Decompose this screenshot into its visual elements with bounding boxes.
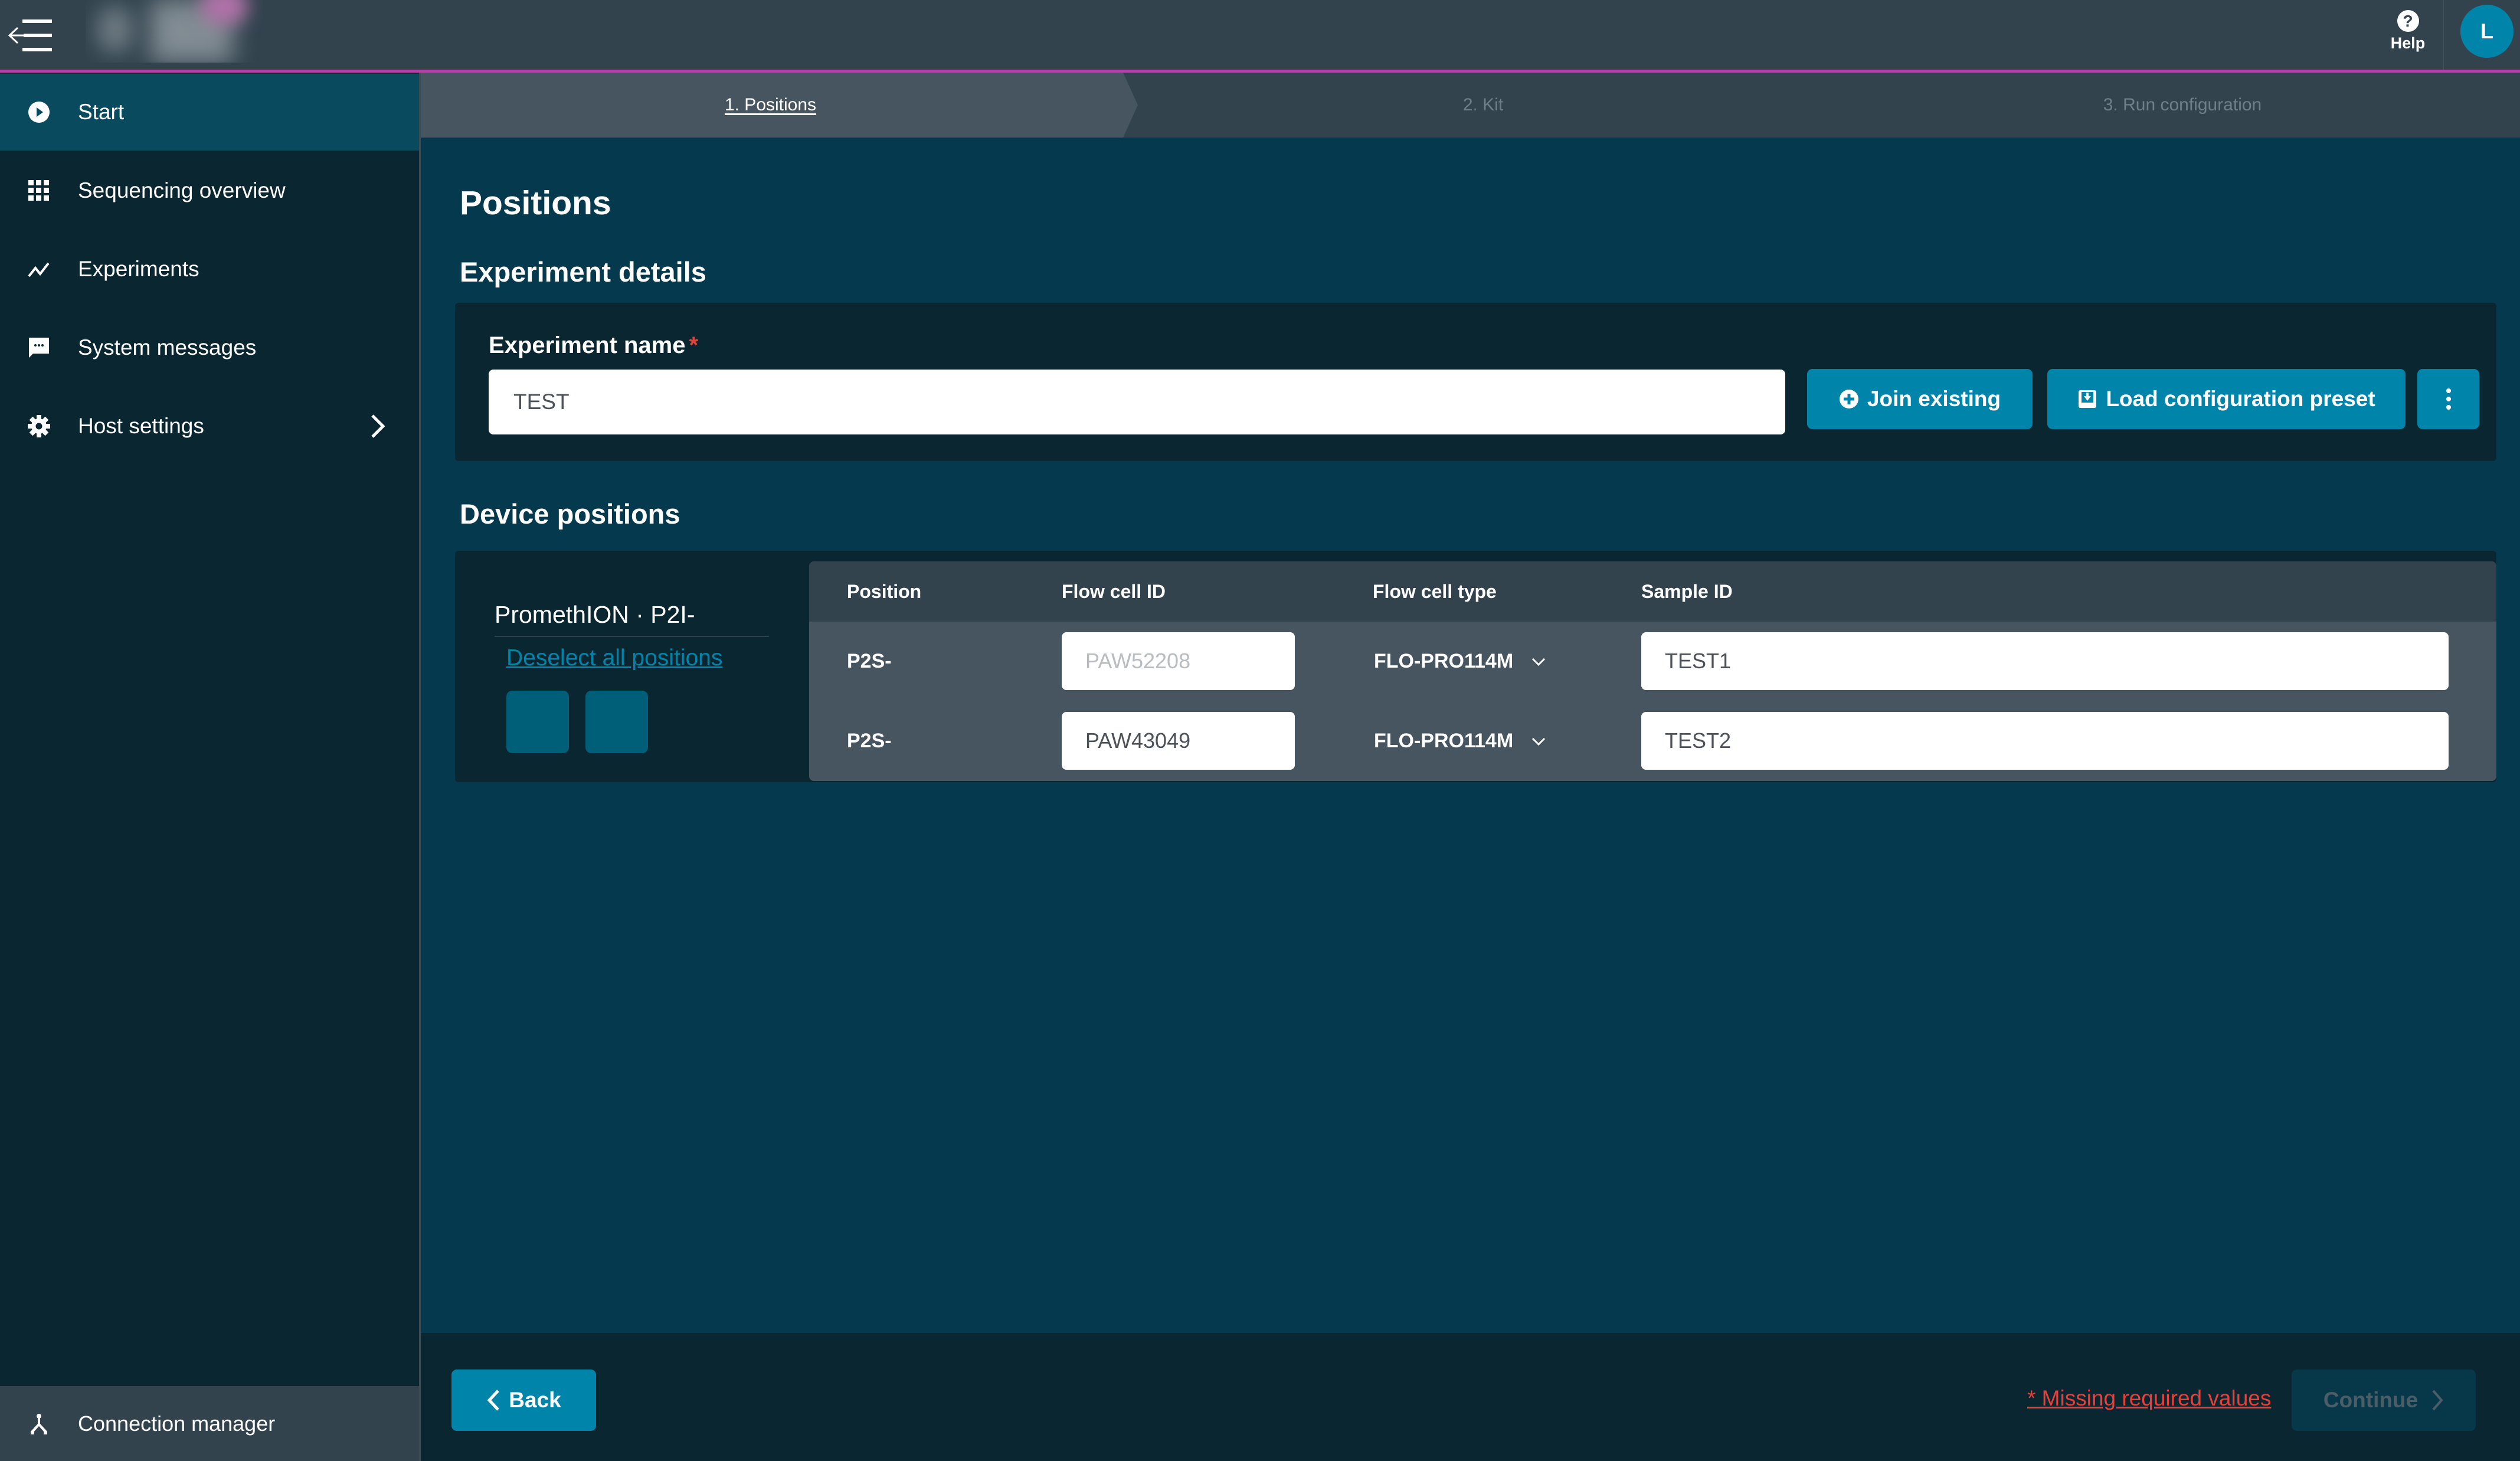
step-positions[interactable]: 1. Positions (421, 73, 1120, 138)
column-header-flow-cell-id: Flow cell ID (1062, 581, 1166, 602)
experiment-name-label: Experiment name * (489, 332, 698, 359)
sidebar-item-label: Start (78, 100, 125, 124)
flow-cell-type-select[interactable]: FLO-PRO114M (1374, 701, 1546, 781)
join-existing-label: Join existing (1867, 387, 2001, 411)
device-positions-title: Device positions (460, 498, 680, 530)
gear-icon (27, 414, 51, 438)
flow-cell-type-value: FLO-PRO114M (1374, 730, 1514, 752)
sidebar-item-sequencing-overview[interactable]: Sequencing overview (0, 152, 419, 229)
sidebar-item-connection-manager[interactable]: Connection manager (0, 1386, 419, 1461)
flow-cell-type-value: FLO-PRO114M (1374, 650, 1514, 672)
trend-line-icon (27, 257, 51, 281)
sidebar: Start Sequencing overview Experiments Sy… (0, 73, 419, 1461)
experiment-name-label-text: Experiment name (489, 332, 686, 358)
wizard-stepper: 1. Positions 2. Kit 3. Run configuration (421, 73, 2520, 138)
chevron-right-icon (2432, 1390, 2443, 1411)
chevron-left-icon (487, 1390, 500, 1411)
step-kit[interactable]: 2. Kit (1138, 73, 1828, 138)
network-icon (27, 1412, 51, 1436)
experiment-details-card: Experiment name* Join existing Load conf… (455, 303, 2496, 461)
topbar-divider (2443, 0, 2444, 70)
continue-button[interactable]: Continue (2292, 1370, 2476, 1431)
device-positions-card: PromethION · P2I- Deselect all positions… (455, 551, 2496, 782)
chevron-down-icon (1532, 737, 1546, 746)
continue-label: Continue (2323, 1388, 2418, 1412)
flow-cell-id-input[interactable] (1062, 632, 1295, 690)
back-button[interactable]: Back (451, 1370, 596, 1431)
position-cell: P2S- (847, 730, 892, 752)
sample-id-input[interactable] (1641, 712, 2449, 770)
load-configuration-preset-button[interactable]: Load configuration preset (2047, 369, 2406, 429)
user-avatar[interactable]: L (2460, 5, 2514, 58)
sidebar-item-system-messages[interactable]: System messages (0, 309, 419, 386)
sidebar-item-label: Host settings (78, 414, 204, 438)
experiment-details-title: Experiment details (460, 256, 706, 287)
sidebar-item-start[interactable]: Start (0, 74, 419, 151)
more-options-button[interactable] (2417, 369, 2479, 429)
grid-icon (27, 179, 51, 202)
sidebar-item-host-settings[interactable]: Host settings (0, 388, 419, 465)
top-bar: ? Help L (0, 0, 2520, 70)
collapse-menu-button[interactable] (6, 15, 54, 56)
step-run-configuration[interactable]: 3. Run configuration (1837, 73, 2520, 138)
position-tile[interactable] (506, 691, 569, 753)
chat-bubble-icon (27, 336, 51, 359)
device-divider (495, 636, 769, 637)
help-icon: ? (2397, 10, 2419, 32)
sidebar-item-label: Experiments (78, 257, 199, 281)
sidebar-item-label: Sequencing overview (78, 178, 286, 202)
table-header: Position Flow cell ID Flow cell type Sam… (809, 561, 2496, 622)
device-name: PromethION · P2I- (495, 601, 695, 628)
column-header-flow-cell-type: Flow cell type (1373, 581, 1497, 602)
sidebar-item-label: System messages (78, 335, 257, 359)
column-header-position: Position (847, 581, 922, 602)
help-label: Help (2390, 34, 2426, 52)
more-vertical-icon (2446, 388, 2451, 410)
play-circle-icon (27, 100, 51, 124)
chevron-right-icon (369, 413, 387, 439)
sidebar-item-label: Connection manager (78, 1411, 276, 1436)
table-row: P2S- FLO-PRO114M (809, 701, 2496, 781)
position-tile[interactable] (585, 691, 648, 753)
app-logo (86, 0, 263, 63)
table-row: P2S- FLO-PRO114M (809, 622, 2496, 701)
flow-cell-id-input[interactable] (1062, 712, 1295, 770)
missing-required-values-link[interactable]: * Missing required values (2027, 1386, 2271, 1411)
required-marker: * (689, 332, 699, 358)
experiment-name-input[interactable] (489, 370, 1785, 434)
join-existing-button[interactable]: Join existing (1807, 369, 2033, 429)
positions-table: Position Flow cell ID Flow cell type Sam… (809, 561, 2496, 781)
page-title: Positions (460, 184, 611, 222)
sidebar-item-experiments[interactable]: Experiments (0, 231, 419, 308)
position-cell: P2S- (847, 650, 892, 672)
footer-bar: Back * Missing required values Continue (421, 1333, 2520, 1461)
plus-circle-icon (1839, 390, 1858, 408)
flow-cell-type-select[interactable]: FLO-PRO114M (1374, 622, 1546, 701)
load-configuration-preset-label: Load configuration preset (2106, 387, 2375, 411)
deselect-all-positions-link[interactable]: Deselect all positions (506, 645, 722, 671)
column-header-sample-id: Sample ID (1641, 581, 1733, 602)
collapse-menu-icon (8, 19, 52, 51)
chevron-down-icon (1532, 658, 1546, 666)
main-content: Positions Experiment details Experiment … (421, 138, 2520, 1333)
back-label: Back (509, 1388, 561, 1412)
import-tray-icon (2079, 390, 2097, 408)
help-button[interactable]: ? Help (2378, 7, 2437, 64)
sample-id-input[interactable] (1641, 632, 2449, 690)
